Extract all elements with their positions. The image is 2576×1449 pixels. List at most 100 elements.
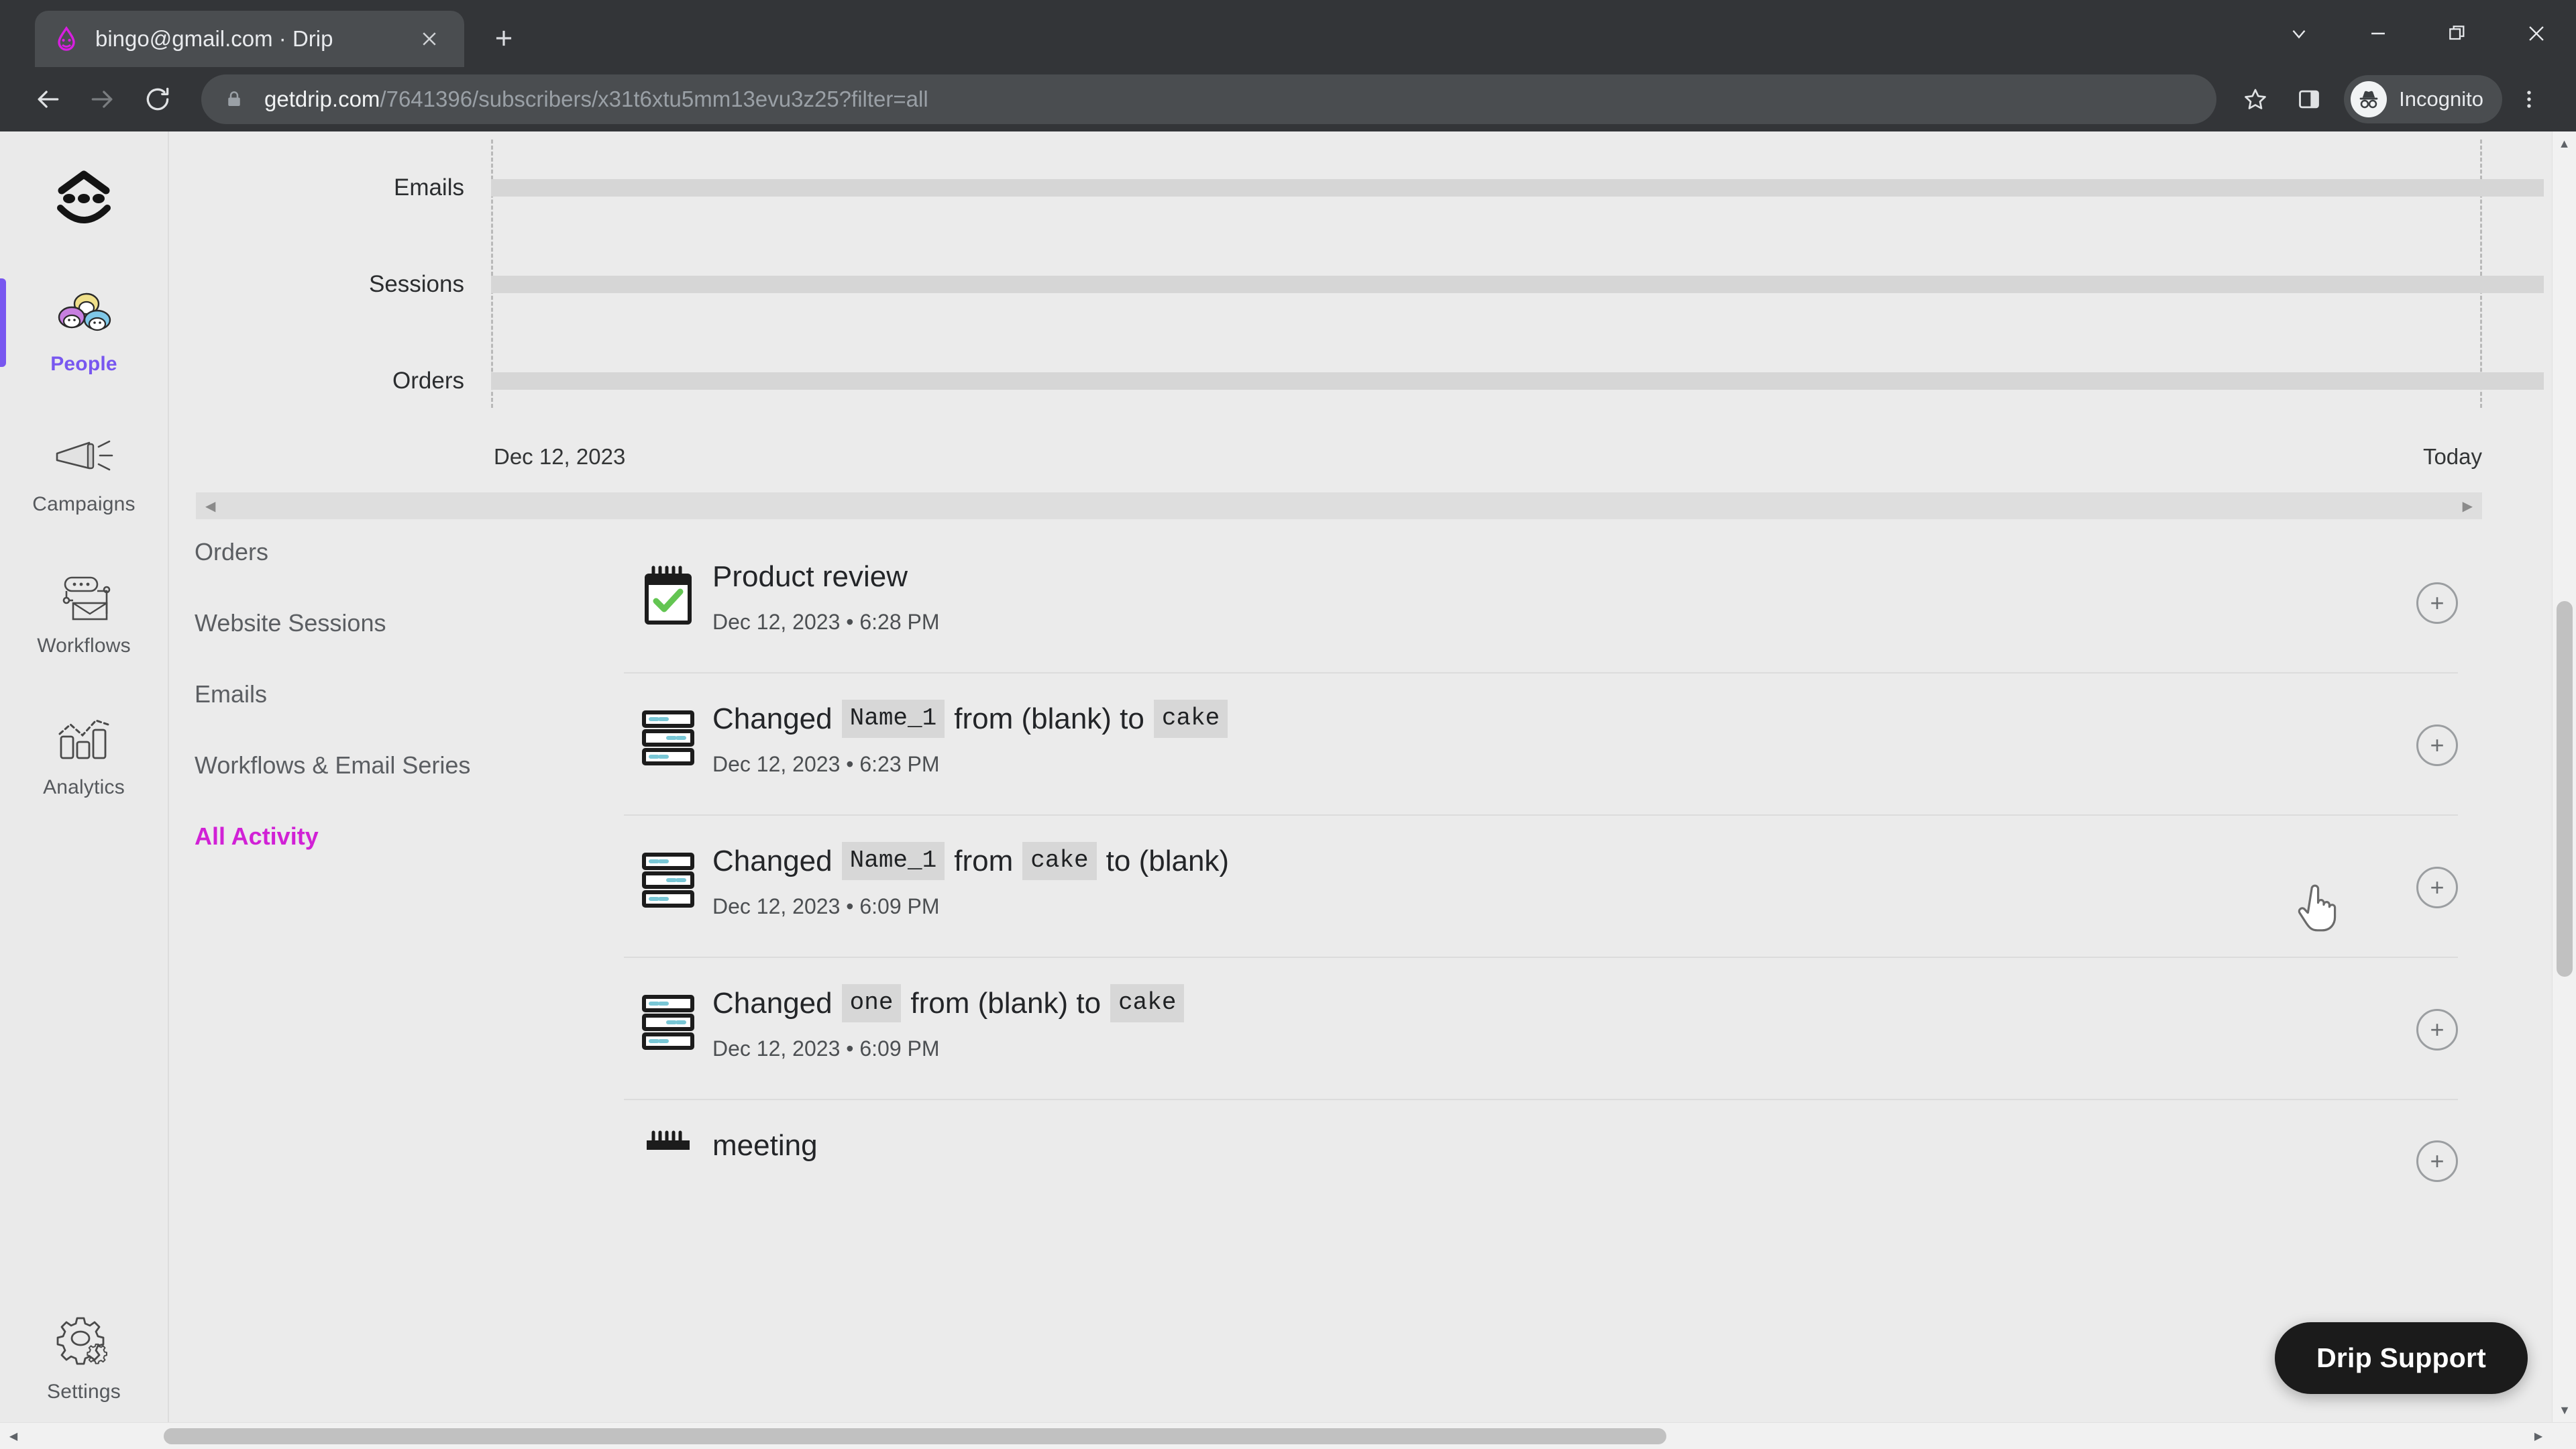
incognito-hat-icon — [2351, 81, 2387, 117]
activity-value-chip: cake — [1022, 842, 1097, 880]
activity-nav-website-sessions[interactable]: Website Sessions — [195, 608, 483, 639]
sidebar-item-people[interactable]: People — [0, 273, 168, 393]
new-tab-plus-icon[interactable] — [483, 17, 525, 59]
vertical-scroll-thumb[interactable] — [2557, 601, 2573, 977]
activity-row-body: Product review Dec 12, 2023 • 6:28 PM — [712, 554, 2458, 635]
sidebar-item-label: Campaigns — [32, 493, 136, 515]
address-bar-path: /7641396/subscribers/x31t6xtu5mm13evu3z2… — [380, 87, 928, 111]
activity-row-timestamp: Dec 12, 2023 • 6:23 PM — [712, 752, 940, 777]
plus-circle-icon[interactable]: + — [2416, 582, 2458, 624]
page-vertical-scrollbar[interactable]: ▲ ▼ — [2552, 131, 2576, 1422]
activity-row[interactable]: meeting + — [624, 1100, 2458, 1182]
activity-row[interactable]: Product review Dec 12, 2023 • 6:28 PM + — [624, 531, 2458, 674]
star-icon[interactable] — [2229, 72, 2282, 126]
timeline-axis: Dec 12, 2023 Today — [169, 429, 2549, 470]
timeline-axis-start-label: Dec 12, 2023 — [494, 444, 626, 469]
people-icon — [52, 290, 116, 343]
timeline-row-label: Emails — [393, 174, 464, 201]
timeline-track[interactable] — [491, 276, 2544, 293]
page-horizontal-scrollbar[interactable]: ◀ ▶ — [0, 1422, 2576, 1449]
browser-tab[interactable]: bingo@gmail.com · Drip — [35, 11, 464, 67]
timeline-track[interactable] — [491, 372, 2544, 390]
left-arrow-icon[interactable]: ◀ — [205, 498, 215, 515]
activity-field-chip: Name_1 — [841, 842, 945, 880]
control-knobs-icon — [624, 981, 712, 1055]
incognito-indicator[interactable]: Incognito — [2344, 75, 2502, 123]
tab-search-chevron-down-icon[interactable] — [2259, 0, 2339, 67]
activity-field-chip: one — [841, 984, 902, 1022]
sidebar-item-campaigns[interactable]: Campaigns — [0, 416, 168, 533]
activity-text: Product review — [712, 560, 908, 593]
timeline-track[interactable] — [491, 179, 2544, 197]
activity-text: Changed — [712, 702, 833, 735]
drip-support-button[interactable]: Drip Support — [2275, 1322, 2528, 1394]
timeline-row: Sessions — [169, 236, 2549, 333]
forward-arrow-icon[interactable] — [75, 72, 130, 127]
side-panel-icon[interactable] — [2282, 72, 2336, 126]
timeline-row-label: Orders — [392, 368, 464, 394]
primary-sidebar: People Campaigns Workflows Analytics Set… — [0, 131, 169, 1449]
reload-icon[interactable] — [130, 72, 185, 127]
sidebar-item-analytics[interactable]: Analytics — [0, 698, 168, 816]
activity-nav-orders[interactable]: Orders — [195, 537, 483, 568]
bar-chart-icon — [52, 715, 116, 767]
browser-titlebar: bingo@gmail.com · Drip — [0, 0, 2576, 67]
activity-row-body: Changed Name_1 from (blank) to cake Dec … — [712, 696, 2458, 777]
browser-window: bingo@gmail.com · Drip getdrip.com/76413… — [0, 0, 2576, 1449]
plus-circle-icon[interactable]: + — [2416, 867, 2458, 908]
sidebar-item-label: People — [50, 353, 117, 375]
back-arrow-icon[interactable] — [20, 72, 75, 127]
activity-text: from — [954, 845, 1014, 877]
timeline-horizontal-scrollbar[interactable]: ◀ ▶ — [196, 492, 2482, 519]
activity-filter-nav: Orders Website Sessions Emails Workflows… — [195, 531, 624, 1165]
activity-row-title: Changed one from (blank) to cake — [712, 983, 2458, 1023]
activity-row-title: Changed Name_1 from (blank) to cake — [712, 699, 2458, 739]
main-scroll-area: Emails Sessions Orders Dec 12, 2023 Toda… — [169, 131, 2549, 1182]
activity-row-title: meeting — [712, 1126, 2458, 1165]
lock-icon — [224, 89, 247, 109]
activity-nav-emails[interactable]: Emails — [195, 679, 483, 710]
scroll-left-arrow-icon[interactable]: ◀ — [0, 1430, 27, 1443]
sidebar-item-workflows[interactable]: Workflows — [0, 556, 168, 675]
megaphone-icon — [50, 433, 117, 484]
drip-face-logo-icon[interactable] — [47, 169, 121, 237]
activity-nav-all-activity[interactable]: All Activity — [195, 821, 483, 852]
control-knobs-icon — [624, 696, 712, 770]
activity-value-chip: cake — [1110, 984, 1185, 1022]
activity-row[interactable]: Changed Name_1 from (blank) to cake Dec … — [624, 674, 2458, 816]
activity-nav-workflows-email-series[interactable]: Workflows & Email Series — [195, 750, 483, 781]
address-bar[interactable]: getdrip.com/7641396/subscribers/x31t6xtu… — [201, 74, 2217, 124]
activity-row-title: Changed Name_1 from cake to (blank) — [712, 841, 2458, 881]
right-arrow-icon[interactable]: ▶ — [2463, 498, 2473, 515]
minimize-icon[interactable] — [2339, 0, 2418, 67]
activity-row-body: Changed one from (blank) to cake Dec 12,… — [712, 981, 2458, 1061]
main-content: Emails Sessions Orders Dec 12, 2023 Toda… — [169, 131, 2576, 1449]
close-icon[interactable] — [412, 21, 447, 56]
gear-icon — [52, 1314, 116, 1371]
plus-circle-icon[interactable]: + — [2416, 724, 2458, 766]
timeline-track-wrap — [491, 333, 2549, 429]
activity-row-body: meeting — [712, 1123, 2458, 1165]
activity-text: from (blank) to — [910, 987, 1102, 1020]
timeline-row-label: Sessions — [368, 271, 464, 297]
sidebar-item-settings[interactable]: Settings — [0, 1297, 168, 1421]
scroll-right-arrow-icon[interactable]: ▶ — [2525, 1430, 2552, 1443]
activity-row-title: Product review — [712, 557, 2458, 596]
activity-text: to (blank) — [1106, 845, 1230, 877]
activity-row-timestamp: Dec 12, 2023 • 6:28 PM — [712, 610, 940, 635]
plus-circle-icon[interactable]: + — [2416, 1009, 2458, 1051]
activity-row[interactable]: Changed one from (blank) to cake Dec 12,… — [624, 958, 2458, 1100]
three-dot-menu-icon[interactable] — [2502, 72, 2556, 126]
plus-circle-icon[interactable]: + — [2416, 1140, 2458, 1182]
scroll-up-arrow-icon[interactable]: ▲ — [2553, 131, 2576, 156]
sidebar-item-label: Analytics — [43, 776, 125, 798]
activity-text: meeting — [712, 1129, 818, 1162]
close-window-icon[interactable] — [2497, 0, 2576, 67]
activity-row[interactable]: Changed Name_1 from cake to (blank) Dec … — [624, 816, 2458, 958]
restore-window-icon[interactable] — [2418, 0, 2497, 67]
control-knobs-icon — [624, 839, 712, 912]
window-controls — [2259, 0, 2576, 67]
scroll-down-arrow-icon[interactable]: ▼ — [2553, 1398, 2576, 1422]
horizontal-scroll-thumb[interactable] — [164, 1428, 1666, 1444]
browser-tab-title: bingo@gmail.com · Drip — [95, 26, 333, 51]
